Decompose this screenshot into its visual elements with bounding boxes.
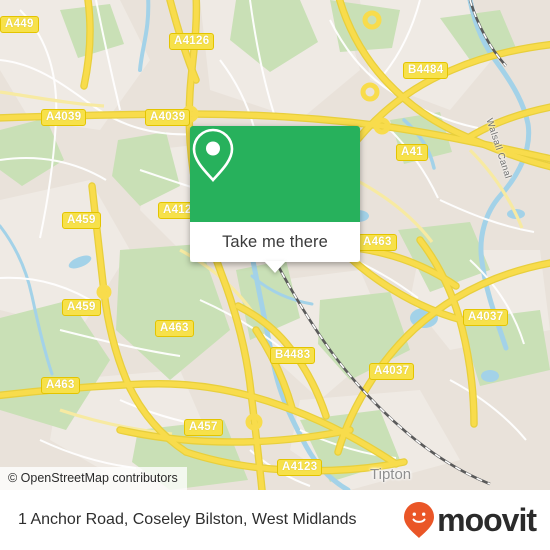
road-shield: A459	[62, 299, 101, 316]
place-label: Tipton	[370, 466, 412, 483]
moovit-smiley-pin-icon	[404, 502, 435, 538]
moovit-wordmark: moovit	[437, 502, 537, 538]
road-shield: A4037	[463, 309, 509, 326]
road-shield: A4037	[369, 363, 415, 380]
road-shield: A41	[396, 144, 428, 161]
screenshot-root: A449 A4126 B4484 A4039 A4039 A41 A4123 A459 A463…	[0, 0, 550, 550]
address-label: 1 Anchor Road, Coseley Bilston, West Mid…	[18, 511, 357, 528]
popup-pointer-tail	[264, 261, 286, 273]
road-shield: A459	[62, 212, 101, 229]
road-shield: A449	[0, 16, 39, 33]
road-shield: B4483	[270, 347, 316, 364]
road-shield: A463	[358, 234, 397, 251]
road-shield: A457	[184, 419, 223, 436]
osm-attribution[interactable]: © OpenStreetMap contributors	[0, 467, 187, 490]
location-popup[interactable]: Take me there	[190, 126, 360, 273]
road-shield: B4484	[403, 62, 449, 79]
road-shield: A4039	[145, 109, 191, 126]
popup-header	[190, 126, 360, 222]
take-me-there-button[interactable]: Take me there	[190, 222, 360, 262]
moovit-logo[interactable]: moovit	[402, 500, 537, 540]
road-shield: A4126	[169, 33, 215, 50]
take-me-there-label: Take me there	[222, 232, 328, 251]
road-shield: A4039	[41, 109, 87, 126]
road-shield: A4123	[277, 459, 323, 476]
road-shield: A463	[155, 320, 194, 337]
map-canvas[interactable]: A449 A4126 B4484 A4039 A4039 A41 A4123 A459 A463…	[0, 0, 550, 490]
map-pin-icon	[192, 128, 234, 182]
footer-bar: 1 Anchor Road, Coseley Bilston, West Mid…	[0, 490, 550, 550]
road-shield: A463	[41, 377, 80, 394]
